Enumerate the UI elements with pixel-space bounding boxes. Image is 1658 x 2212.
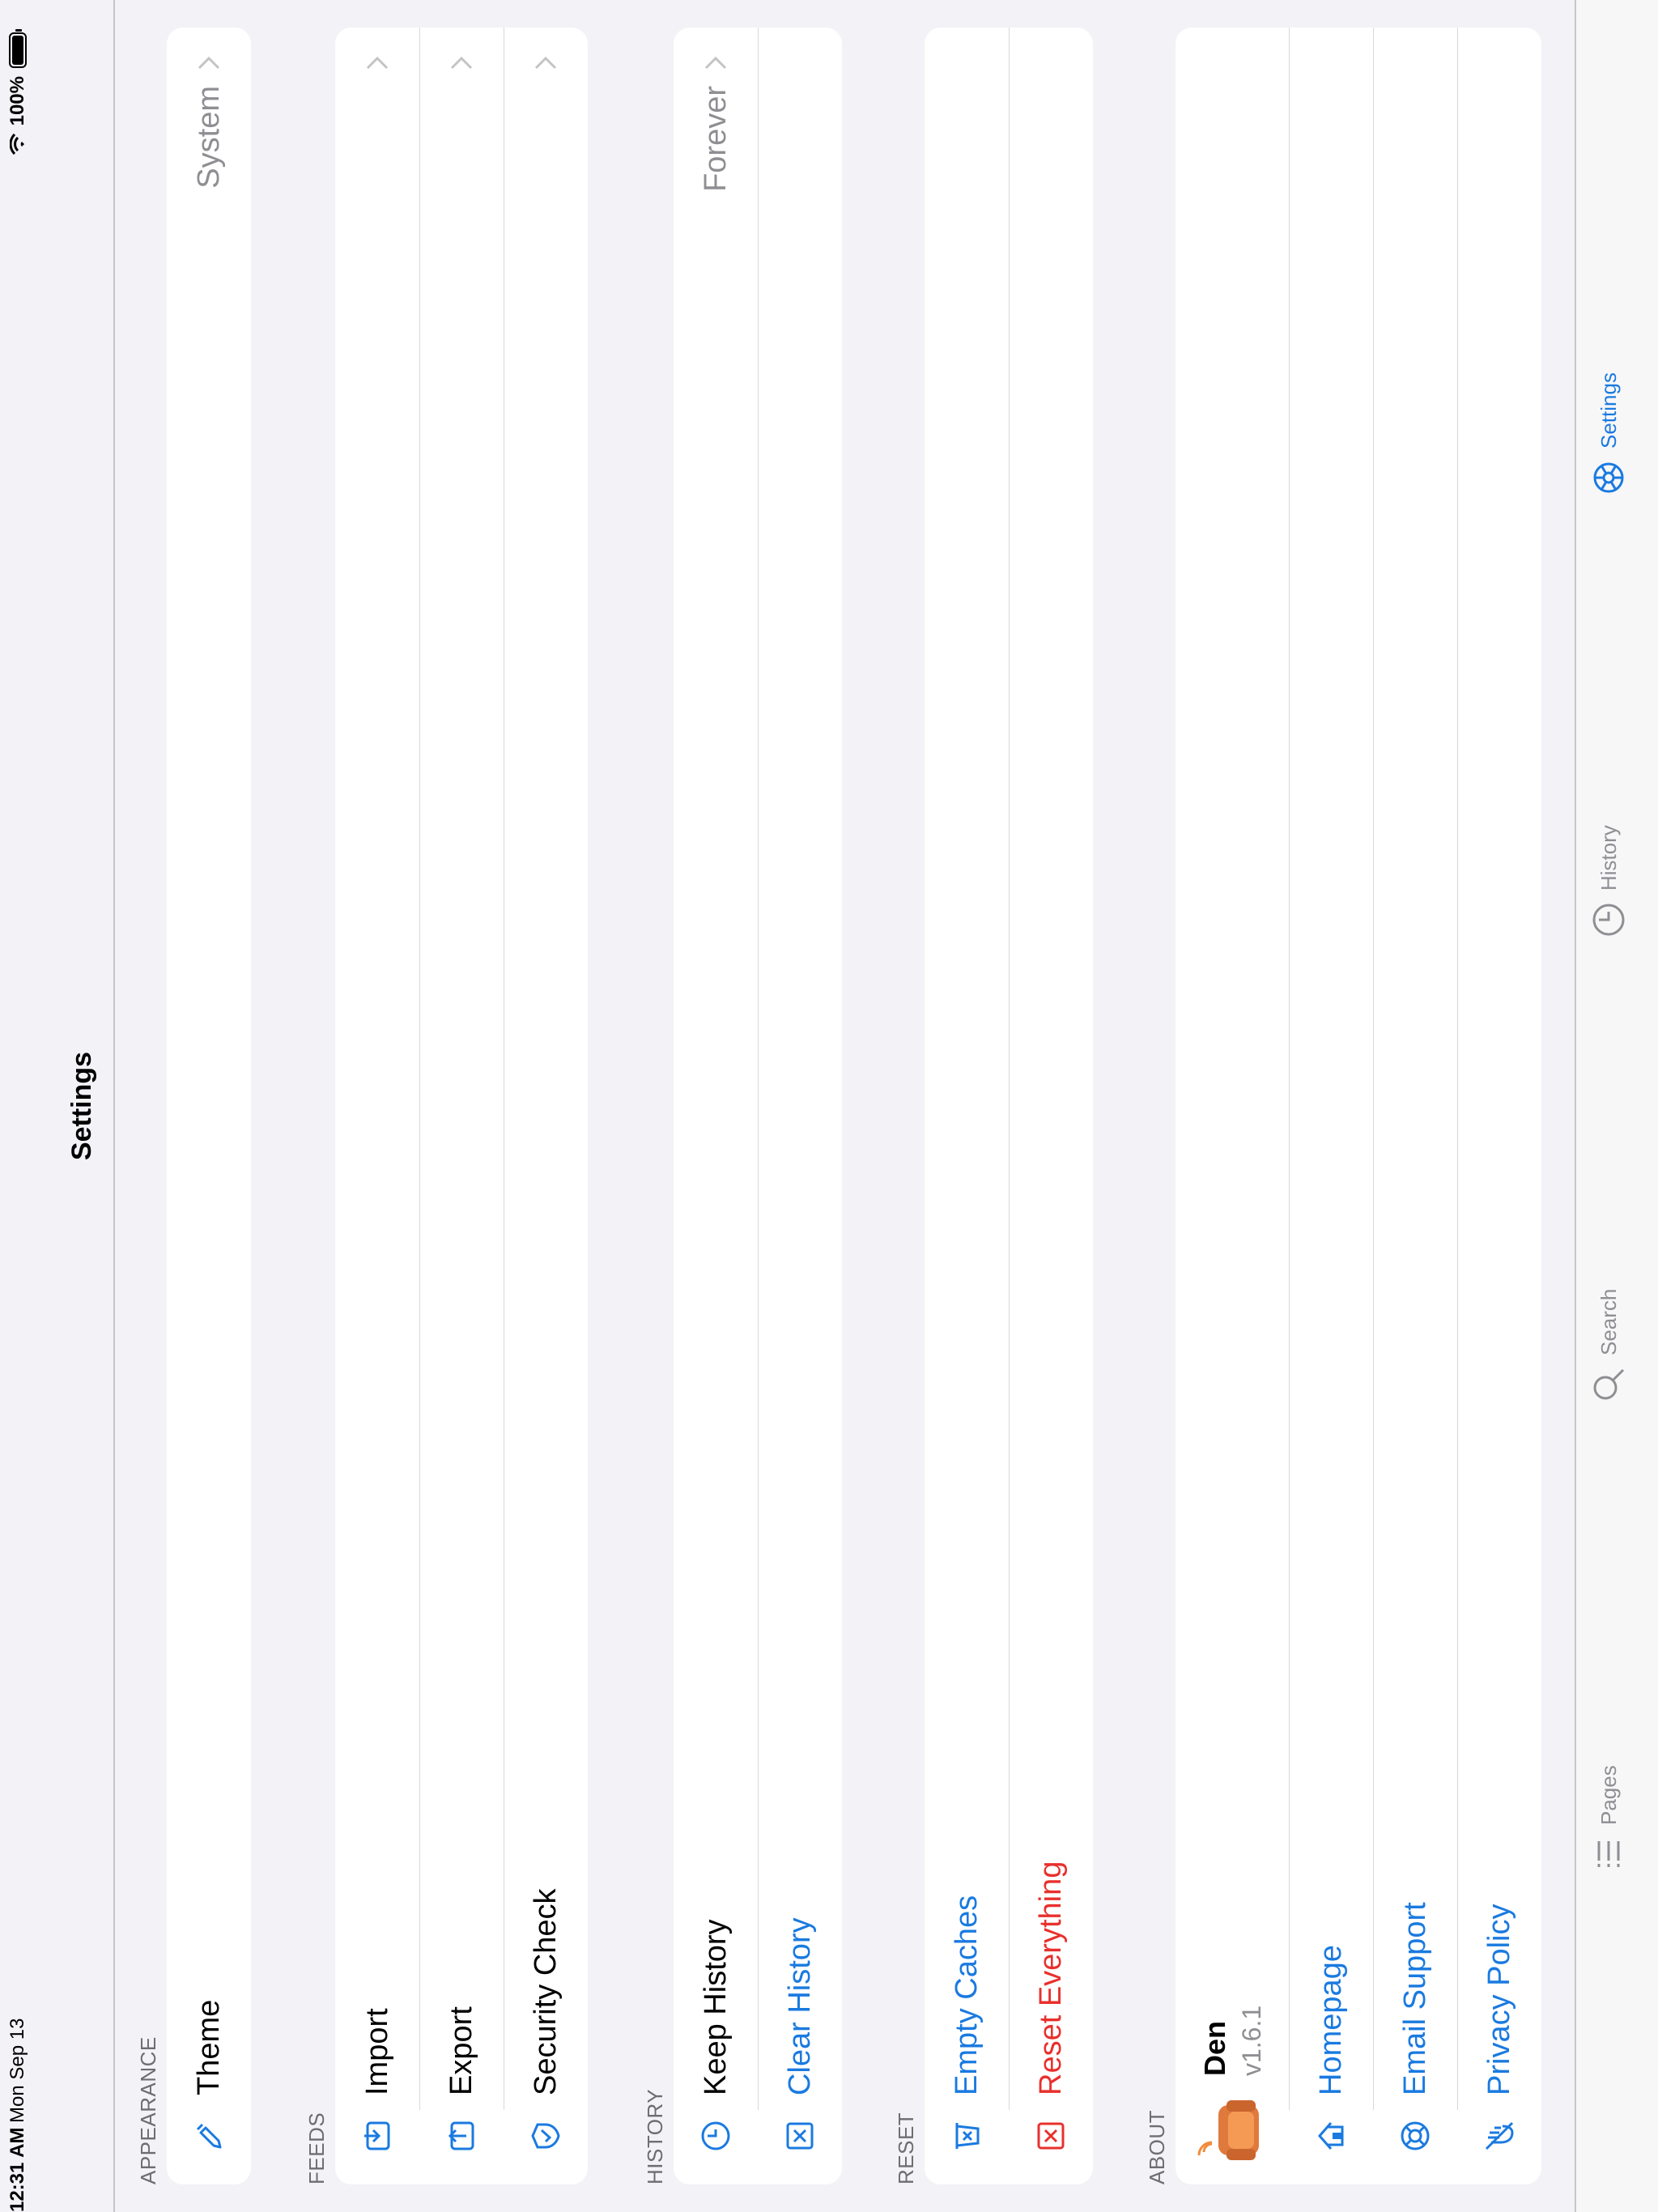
status-time: 12:31 AM xyxy=(6,2127,28,2212)
chevron-right-icon xyxy=(534,56,557,70)
reset-card: Empty Caches Reset Everything xyxy=(925,28,1093,2184)
section-header-about: ABOUT xyxy=(1145,2109,1169,2184)
tab-search-label: Search xyxy=(1596,1288,1621,1355)
privacy-policy-label: Privacy Policy xyxy=(1482,1904,1516,2096)
app-info: Den v1.6.1 xyxy=(1198,2006,1267,2076)
gear-icon xyxy=(1593,462,1624,493)
xmark-square-icon xyxy=(784,2120,816,2152)
email-support-label: Email Support xyxy=(1397,1902,1432,2095)
import-icon xyxy=(361,2120,393,2152)
status-date: Mon Sep 13 xyxy=(6,2018,28,2123)
section-header-reset: RESET xyxy=(894,2112,918,2184)
reset-everything-row[interactable]: Reset Everything xyxy=(1009,28,1093,2184)
export-label: Export xyxy=(444,2006,478,2095)
section-header-appearance: APPEARANCE xyxy=(136,2036,160,2184)
wifi-icon xyxy=(10,134,24,155)
appearance-card: Theme System xyxy=(167,28,251,2184)
battery-percent: 100% xyxy=(6,76,28,126)
shield-check-icon xyxy=(529,2120,562,2152)
app-version: v1.6.1 xyxy=(1236,2005,1266,2076)
feeds-card: Import Export Security Check xyxy=(335,28,588,2184)
chevron-right-icon xyxy=(198,56,220,70)
keep-history-label: Keep History xyxy=(698,1919,733,2095)
clock-icon xyxy=(699,2120,732,2152)
chevron-right-icon xyxy=(704,56,727,70)
status-right: 100% xyxy=(6,32,29,155)
keep-history-value: Forever xyxy=(698,86,733,192)
tab-bar: Pages Search History Settings xyxy=(1575,0,1658,2212)
homepage-row[interactable]: Homepage xyxy=(1289,28,1373,2184)
homepage-label: Homepage xyxy=(1313,1945,1348,2095)
lifepreserver-icon xyxy=(1399,2120,1431,2152)
clock-icon xyxy=(1592,904,1625,936)
app-name: Den xyxy=(1197,2020,1231,2076)
theme-value: System xyxy=(191,86,226,189)
bin-icon xyxy=(950,2120,983,2152)
house-icon xyxy=(1315,2120,1347,2152)
keep-history-row[interactable]: Keep History Forever xyxy=(674,28,758,2184)
section-header-feeds: FEEDS xyxy=(304,2112,329,2184)
tab-pages[interactable]: Pages xyxy=(1591,1765,1626,1872)
tab-history-label: History xyxy=(1596,825,1621,891)
status-bar: 12:31 AM Mon Sep 13 100% xyxy=(0,0,32,2212)
import-row[interactable]: Import xyxy=(335,28,419,2184)
theme-label: Theme xyxy=(191,1999,226,2095)
export-row[interactable]: Export xyxy=(419,28,504,2184)
empty-caches-label: Empty Caches xyxy=(949,1895,984,2095)
hand-raised-icon xyxy=(1483,2120,1516,2152)
section-header-history: HISTORY xyxy=(643,2088,667,2184)
export-icon xyxy=(445,2120,478,2152)
navigation-bar: Settings xyxy=(32,0,115,2212)
page-title: Settings xyxy=(66,1051,97,1161)
list-icon xyxy=(1597,1841,1620,1867)
settings-list[interactable]: APPEARANCE Theme System FEEDS Import Exp… xyxy=(115,0,1575,2212)
email-support-row[interactable]: Email Support xyxy=(1373,28,1457,2184)
xmark-square-red-icon xyxy=(1035,2120,1067,2152)
chevron-right-icon xyxy=(366,56,389,70)
about-card: Den v1.6.1 Homepage Email Support Privac… xyxy=(1175,28,1541,2184)
search-icon xyxy=(1593,1368,1625,1400)
empty-caches-row[interactable]: Empty Caches xyxy=(925,28,1009,2184)
tab-pages-label: Pages xyxy=(1596,1765,1621,1825)
history-card: Keep History Forever Clear History xyxy=(674,28,842,2184)
app-icon xyxy=(1196,2094,1269,2167)
paintbrush-icon xyxy=(193,2120,225,2152)
privacy-policy-row[interactable]: Privacy Policy xyxy=(1457,28,1541,2184)
tab-settings-label: Settings xyxy=(1596,372,1621,449)
chevron-right-icon xyxy=(450,56,473,70)
battery-icon xyxy=(9,32,27,68)
clear-history-label: Clear History xyxy=(782,1917,817,2095)
import-label: Import xyxy=(359,2008,394,2095)
theme-row[interactable]: Theme System xyxy=(167,28,251,2184)
tab-settings[interactable]: Settings xyxy=(1591,372,1626,496)
security-check-row[interactable]: Security Check xyxy=(504,28,588,2184)
security-check-label: Security Check xyxy=(528,1888,563,2095)
tab-history[interactable]: History xyxy=(1591,825,1626,938)
clear-history-row[interactable]: Clear History xyxy=(758,28,842,2184)
reset-everything-label: Reset Everything xyxy=(1033,1861,1068,2095)
tab-search[interactable]: Search xyxy=(1591,1289,1626,1402)
app-window: 12:31 AM Mon Sep 13 100% Settings APPEAR… xyxy=(0,0,1658,2212)
app-info-row: Den v1.6.1 xyxy=(1175,28,1289,2184)
